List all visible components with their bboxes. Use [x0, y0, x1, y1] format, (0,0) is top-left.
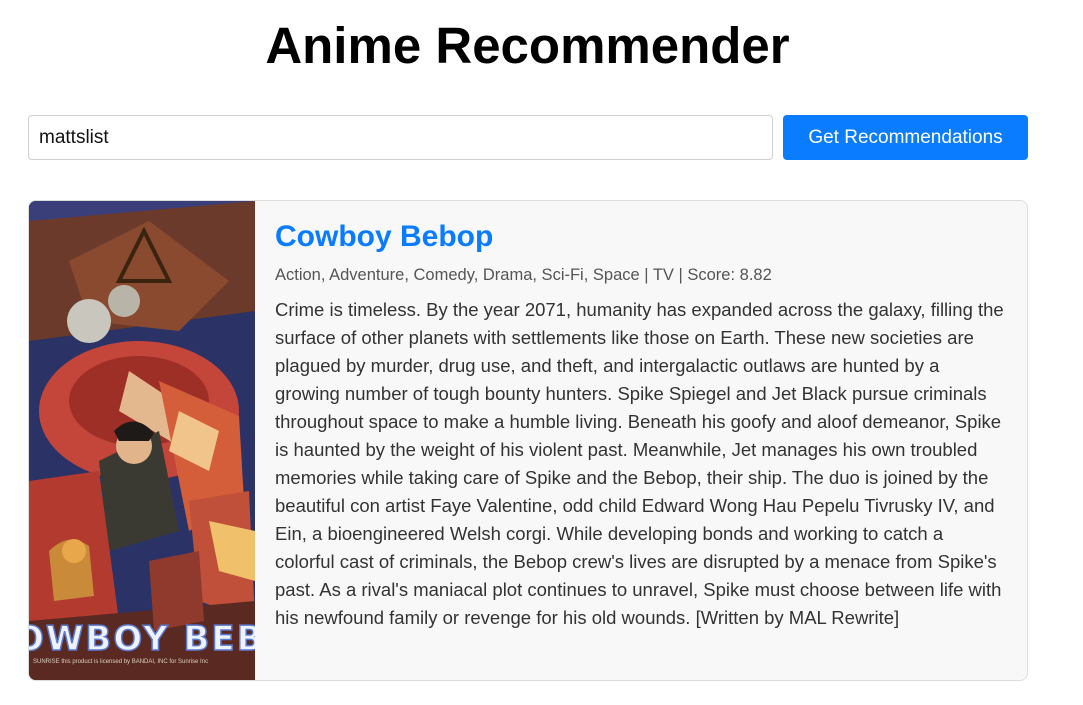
anime-title[interactable]: Cowboy Bebop	[275, 219, 1007, 255]
page-title: Anime Recommender	[265, 17, 790, 74]
search-bar: Get Recommendations	[28, 115, 1028, 160]
anime-card-body: Cowboy Bebop Action, Adventure, Comedy, …	[255, 201, 1027, 680]
get-recommendations-button[interactable]: Get Recommendations	[783, 115, 1028, 160]
username-input[interactable]	[28, 115, 773, 160]
poster-artwork	[29, 201, 255, 680]
anime-card: OWBOY BEBO SUNRISE this product is licen…	[28, 200, 1028, 681]
anime-synopsis: Crime is timeless. By the year 2071, hum…	[275, 299, 1004, 628]
poster-logo: OWBOY BEBO	[29, 618, 255, 660]
poster-fine-print: SUNRISE this product is licensed by BAND…	[33, 659, 209, 665]
anime-meta: Action, Adventure, Comedy, Drama, Sci-Fi…	[275, 266, 772, 284]
anime-poster: OWBOY BEBO SUNRISE this product is licen…	[29, 201, 255, 680]
